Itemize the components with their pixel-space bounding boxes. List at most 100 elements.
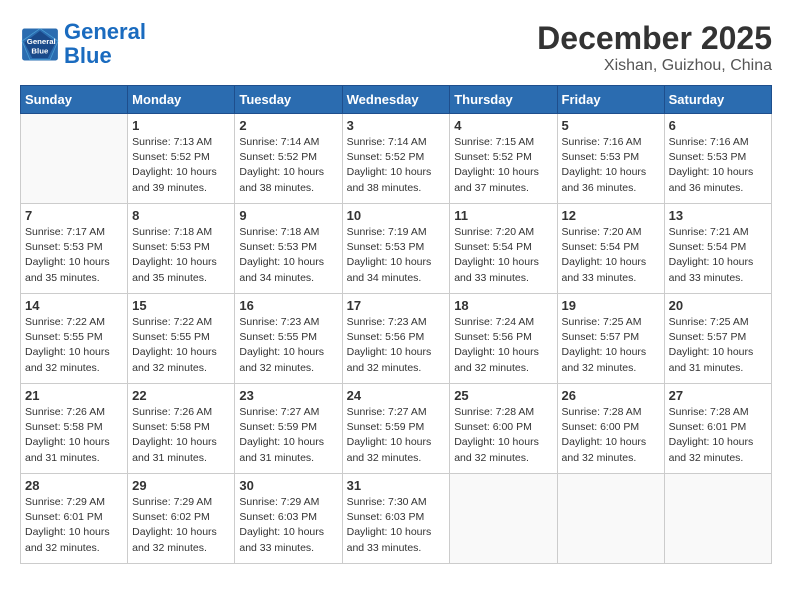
- day-number: 22: [132, 388, 230, 403]
- day-info: Sunrise: 7:17 AM Sunset: 5:53 PM Dayligh…: [25, 225, 123, 286]
- calendar-cell: 17Sunrise: 7:23 AM Sunset: 5:56 PM Dayli…: [342, 294, 450, 384]
- calendar-cell: 12Sunrise: 7:20 AM Sunset: 5:54 PM Dayli…: [557, 204, 664, 294]
- day-info: Sunrise: 7:21 AM Sunset: 5:54 PM Dayligh…: [669, 225, 767, 286]
- day-info: Sunrise: 7:27 AM Sunset: 5:59 PM Dayligh…: [347, 405, 446, 466]
- calendar-cell: 25 Sunrise: 7:28 AM Sunset: 6:00 PM Dayli…: [450, 384, 557, 474]
- calendar-cell: 13 Sunrise: 7:21 AM Sunset: 5:54 PM Dayli…: [664, 204, 771, 294]
- day-number: 1: [132, 118, 230, 133]
- calendar-cell: 15 Sunrise: 7:22 AM Sunset: 5:55 PM Dayli…: [128, 294, 235, 384]
- day-info: Sunrise: 7:29 AM Sunset: 6:01 PM Dayligh…: [25, 495, 123, 556]
- day-number: 8: [132, 208, 230, 223]
- calendar-cell: 10Sunrise: 7:19 AM Sunset: 5:53 PM Dayli…: [342, 204, 450, 294]
- calendar-cell: 30Sunrise: 7:29 AM Sunset: 6:03 PM Dayli…: [235, 474, 342, 564]
- logo-line1: General: [64, 19, 146, 44]
- month-year: December 2025: [537, 20, 772, 57]
- day-info: Sunrise: 7:18 AM Sunset: 5:53 PM Dayligh…: [239, 225, 337, 286]
- day-info: Sunrise: 7:23 AM Sunset: 5:55 PM Dayligh…: [239, 315, 337, 376]
- calendar-cell: 9 Sunrise: 7:18 AM Sunset: 5:53 PM Daylig…: [235, 204, 342, 294]
- calendar-cell: 22 Sunrise: 7:26 AM Sunset: 5:58 PM Dayli…: [128, 384, 235, 474]
- day-info: Sunrise: 7:24 AM Sunset: 5:56 PM Dayligh…: [454, 315, 552, 376]
- day-number: 31: [347, 478, 446, 493]
- day-info: Sunrise: 7:16 AM Sunset: 5:53 PM Dayligh…: [669, 135, 767, 196]
- calendar-cell: 14 Sunrise: 7:22 AM Sunset: 5:55 PM Dayli…: [21, 294, 128, 384]
- day-info: Sunrise: 7:26 AM Sunset: 5:58 PM Dayligh…: [132, 405, 230, 466]
- page-header: General Blue General Blue December 2025 …: [20, 20, 772, 75]
- day-number: 7: [25, 208, 123, 223]
- day-of-week-header: Thursday: [450, 86, 557, 114]
- calendar-cell: 18 Sunrise: 7:24 AM Sunset: 5:56 PM Dayli…: [450, 294, 557, 384]
- logo-text: General Blue: [64, 20, 146, 68]
- day-number: 13: [669, 208, 767, 223]
- day-info: Sunrise: 7:22 AM Sunset: 5:55 PM Dayligh…: [132, 315, 230, 376]
- day-info: Sunrise: 7:22 AM Sunset: 5:55 PM Dayligh…: [25, 315, 123, 376]
- calendar-cell: 24 Sunrise: 7:27 AM Sunset: 5:59 PM Dayli…: [342, 384, 450, 474]
- calendar-cell: [557, 474, 664, 564]
- day-number: 28: [25, 478, 123, 493]
- day-number: 3: [347, 118, 446, 133]
- day-of-week-header: Monday: [128, 86, 235, 114]
- day-number: 5: [562, 118, 660, 133]
- day-info: Sunrise: 7:16 AM Sunset: 5:53 PM Dayligh…: [562, 135, 660, 196]
- day-of-week-header: Saturday: [664, 86, 771, 114]
- day-info: Sunrise: 7:28 AM Sunset: 6:00 PM Dayligh…: [454, 405, 552, 466]
- calendar-cell: 19Sunrise: 7:25 AM Sunset: 5:57 PM Dayli…: [557, 294, 664, 384]
- day-number: 16: [239, 298, 337, 313]
- day-number: 19: [562, 298, 660, 313]
- title-block: December 2025 Xishan, Guizhou, China: [537, 20, 772, 75]
- week-row: 7 Sunrise: 7:17 AM Sunset: 5:53 PM Daylig…: [21, 204, 772, 294]
- day-of-week-header: Friday: [557, 86, 664, 114]
- day-number: 21: [25, 388, 123, 403]
- day-info: Sunrise: 7:26 AM Sunset: 5:58 PM Dayligh…: [25, 405, 123, 466]
- svg-text:General: General: [27, 37, 56, 46]
- calendar-cell: 27Sunrise: 7:28 AM Sunset: 6:01 PM Dayli…: [664, 384, 771, 474]
- calendar-cell: 2 Sunrise: 7:14 AM Sunset: 5:52 PM Daylig…: [235, 114, 342, 204]
- calendar-cell: 21 Sunrise: 7:26 AM Sunset: 5:58 PM Dayli…: [21, 384, 128, 474]
- calendar-cell: 29 Sunrise: 7:29 AM Sunset: 6:02 PM Dayli…: [128, 474, 235, 564]
- week-row: 1Sunrise: 7:13 AM Sunset: 5:52 PM Daylig…: [21, 114, 772, 204]
- calendar-cell: 6Sunrise: 7:16 AM Sunset: 5:53 PM Daylig…: [664, 114, 771, 204]
- day-info: Sunrise: 7:14 AM Sunset: 5:52 PM Dayligh…: [239, 135, 337, 196]
- calendar-cell: 7 Sunrise: 7:17 AM Sunset: 5:53 PM Daylig…: [21, 204, 128, 294]
- day-number: 24: [347, 388, 446, 403]
- day-number: 9: [239, 208, 337, 223]
- day-number: 15: [132, 298, 230, 313]
- calendar-cell: 20Sunrise: 7:25 AM Sunset: 5:57 PM Dayli…: [664, 294, 771, 384]
- calendar-cell: 8Sunrise: 7:18 AM Sunset: 5:53 PM Daylig…: [128, 204, 235, 294]
- day-info: Sunrise: 7:28 AM Sunset: 6:00 PM Dayligh…: [562, 405, 660, 466]
- day-number: 30: [239, 478, 337, 493]
- calendar-cell: 11 Sunrise: 7:20 AM Sunset: 5:54 PM Dayli…: [450, 204, 557, 294]
- week-row: 14 Sunrise: 7:22 AM Sunset: 5:55 PM Dayli…: [21, 294, 772, 384]
- day-info: Sunrise: 7:25 AM Sunset: 5:57 PM Dayligh…: [669, 315, 767, 376]
- week-row: 28 Sunrise: 7:29 AM Sunset: 6:01 PM Dayli…: [21, 474, 772, 564]
- day-info: Sunrise: 7:30 AM Sunset: 6:03 PM Dayligh…: [347, 495, 446, 556]
- day-number: 11: [454, 208, 552, 223]
- calendar-cell: [664, 474, 771, 564]
- calendar-cell: 3 Sunrise: 7:14 AM Sunset: 5:52 PM Daylig…: [342, 114, 450, 204]
- logo-icon: General Blue: [20, 27, 60, 62]
- calendar-cell: 1Sunrise: 7:13 AM Sunset: 5:52 PM Daylig…: [128, 114, 235, 204]
- day-number: 27: [669, 388, 767, 403]
- day-number: 29: [132, 478, 230, 493]
- day-of-week-header: Sunday: [21, 86, 128, 114]
- day-number: 25: [454, 388, 552, 403]
- day-info: Sunrise: 7:20 AM Sunset: 5:54 PM Dayligh…: [454, 225, 552, 286]
- day-number: 4: [454, 118, 552, 133]
- week-row: 21 Sunrise: 7:26 AM Sunset: 5:58 PM Dayli…: [21, 384, 772, 474]
- day-info: Sunrise: 7:19 AM Sunset: 5:53 PM Dayligh…: [347, 225, 446, 286]
- day-info: Sunrise: 7:14 AM Sunset: 5:52 PM Dayligh…: [347, 135, 446, 196]
- calendar-cell: 16 Sunrise: 7:23 AM Sunset: 5:55 PM Dayli…: [235, 294, 342, 384]
- day-of-week-header: Tuesday: [235, 86, 342, 114]
- day-of-week-header: Wednesday: [342, 86, 450, 114]
- day-number: 18: [454, 298, 552, 313]
- day-number: 23: [239, 388, 337, 403]
- day-info: Sunrise: 7:29 AM Sunset: 6:02 PM Dayligh…: [132, 495, 230, 556]
- svg-text:Blue: Blue: [31, 46, 49, 55]
- calendar-table: SundayMondayTuesdayWednesdayThursdayFrid…: [20, 85, 772, 564]
- day-number: 2: [239, 118, 337, 133]
- calendar-cell: [450, 474, 557, 564]
- day-info: Sunrise: 7:20 AM Sunset: 5:54 PM Dayligh…: [562, 225, 660, 286]
- day-number: 26: [562, 388, 660, 403]
- day-number: 14: [25, 298, 123, 313]
- location: Xishan, Guizhou, China: [537, 57, 772, 75]
- day-info: Sunrise: 7:23 AM Sunset: 5:56 PM Dayligh…: [347, 315, 446, 376]
